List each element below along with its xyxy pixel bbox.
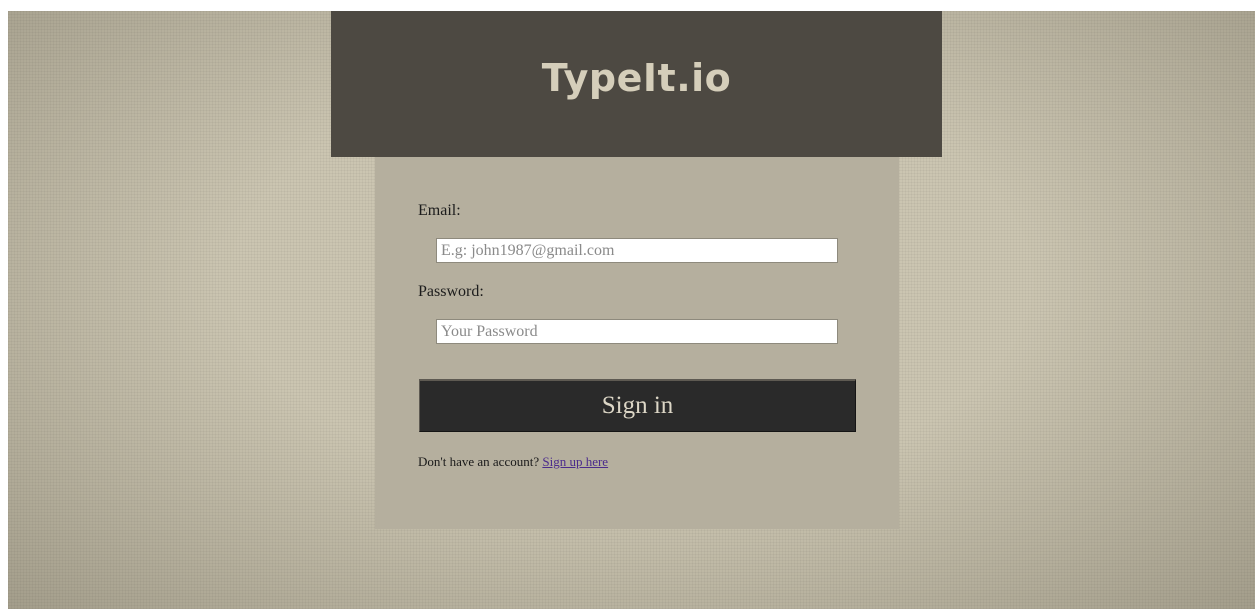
signup-prompt-text: Don't have an account? [418, 454, 540, 469]
email-field[interactable] [436, 238, 838, 263]
site-logo-title: TypeIt.io [541, 56, 732, 100]
email-label: Email: [418, 202, 461, 219]
sign-up-link[interactable]: Sign up here [542, 454, 608, 469]
password-label: Password: [418, 283, 484, 300]
site-header: TypeIt.io [331, 11, 942, 157]
login-form-card: Email: Password: Sign in Don't have an a… [375, 157, 899, 529]
password-field[interactable] [436, 319, 838, 344]
signup-prompt-row: Don't have an account? Sign up here [418, 454, 608, 470]
page-background: TypeIt.io Email: Password: Sign in Don't… [8, 11, 1255, 609]
sign-in-button[interactable]: Sign in [419, 379, 856, 432]
